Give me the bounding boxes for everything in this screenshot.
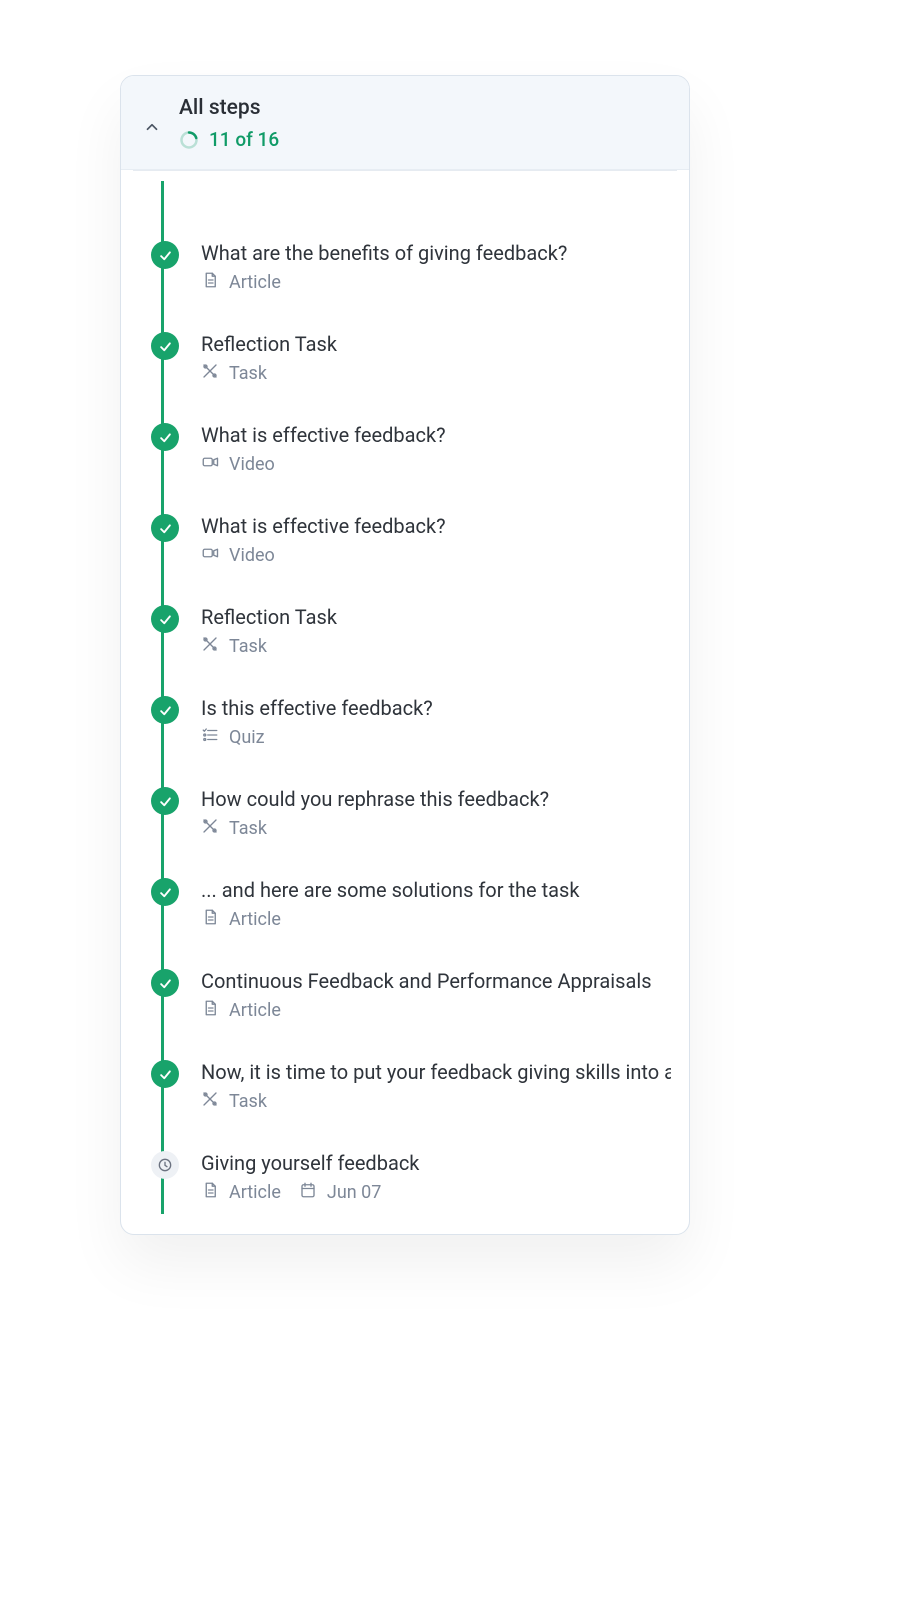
article-icon [201, 908, 219, 931]
step-type-label: Article [229, 272, 281, 293]
step-item[interactable]: Reflection Task Task [139, 332, 671, 385]
header-texts: All steps 11 of 16 [179, 96, 279, 151]
article-icon [201, 1181, 219, 1204]
step-title: Reflection Task [201, 332, 671, 356]
video-icon [201, 544, 219, 567]
step-content: Giving yourself feedback Article Jun 07 [201, 1151, 671, 1204]
step-content: What are the benefits of giving feedback… [201, 241, 671, 294]
task-icon [201, 1090, 219, 1113]
step-content: ... and here are some solutions for the … [201, 878, 671, 931]
step-title: Giving yourself feedback [201, 1151, 671, 1175]
step-done-icon [151, 1060, 179, 1088]
step-title: Reflection Task [201, 605, 671, 629]
step-item[interactable]: What is effective feedback? Video [139, 514, 671, 567]
steps-panel: All steps 11 of 16 What are the benefits… [120, 75, 690, 1235]
step-content: What is effective feedback? Video [201, 423, 671, 476]
step-content: Is this effective feedback? Quiz [201, 696, 671, 749]
step-done-icon [151, 332, 179, 360]
step-done-icon [151, 696, 179, 724]
step-type-label: Task [229, 363, 267, 384]
step-meta: Task [201, 1090, 671, 1113]
step-type-label: Task [229, 636, 267, 657]
step-content: Now, it is time to put your feedback giv… [201, 1060, 671, 1113]
article-icon [201, 271, 219, 294]
step-meta: Video [201, 544, 671, 567]
step-content: Continuous Feedback and Performance Appr… [201, 969, 671, 1022]
step-title: Now, it is time to put your feedback giv… [201, 1060, 671, 1084]
step-meta: Quiz [201, 726, 671, 749]
step-type-label: Task [229, 1091, 267, 1112]
task-icon [201, 635, 219, 658]
step-title: ... and here are some solutions for the … [201, 878, 671, 902]
step-done-icon [151, 423, 179, 451]
step-done-icon [151, 241, 179, 269]
step-meta: Task [201, 817, 671, 840]
step-meta: Article [201, 999, 671, 1022]
step-meta: Article Jun 07 [201, 1181, 671, 1204]
step-item[interactable]: Giving yourself feedback Article Jun 07 [139, 1151, 671, 1204]
chevron-up-icon [139, 114, 165, 140]
step-title: How could you rephrase this feedback? [201, 787, 671, 811]
quiz-icon [201, 726, 219, 749]
step-done-icon [151, 787, 179, 815]
step-done-icon [151, 878, 179, 906]
step-item[interactable]: How could you rephrase this feedback? Tas… [139, 787, 671, 840]
calendar-icon [299, 1181, 317, 1204]
step-type-label: Task [229, 818, 267, 839]
step-type-label: Video [229, 545, 275, 566]
step-meta: Article [201, 908, 671, 931]
step-content: Reflection Task Task [201, 332, 671, 385]
progress-row: 11 of 16 [179, 128, 279, 151]
article-icon [201, 999, 219, 1022]
step-done-icon [151, 605, 179, 633]
step-content: How could you rephrase this feedback? Tas… [201, 787, 671, 840]
step-title: What are the benefits of giving feedback… [201, 241, 671, 265]
step-item[interactable]: Continuous Feedback and Performance Appr… [139, 969, 671, 1022]
step-title: Is this effective feedback? [201, 696, 671, 720]
task-icon [201, 817, 219, 840]
step-meta: Article [201, 271, 671, 294]
step-done-icon [151, 969, 179, 997]
step-meta: Task [201, 362, 671, 385]
progress-text: 11 of 16 [209, 128, 279, 151]
step-type-label: Article [229, 909, 281, 930]
panel-header[interactable]: All steps 11 of 16 [121, 76, 689, 170]
step-title: What is effective feedback? [201, 514, 671, 538]
step-item[interactable]: What is effective feedback? Video [139, 423, 671, 476]
step-type-label: Article [229, 1182, 281, 1203]
step-meta: Task [201, 635, 671, 658]
step-item[interactable]: Is this effective feedback? Quiz [139, 696, 671, 749]
step-meta: Video [201, 453, 671, 476]
step-type-label: Video [229, 454, 275, 475]
step-due: Jun 07 [327, 1182, 382, 1203]
step-title: What is effective feedback? [201, 423, 671, 447]
step-item[interactable]: Reflection Task Task [139, 605, 671, 658]
step-item[interactable]: What are the benefits of giving feedback… [139, 241, 671, 294]
step-content: What is effective feedback? Video [201, 514, 671, 567]
step-item[interactable]: ... and here are some solutions for the … [139, 878, 671, 931]
timeline: What are the benefits of giving feedback… [121, 171, 689, 1234]
step-title: Continuous Feedback and Performance Appr… [201, 969, 671, 993]
step-content: Reflection Task Task [201, 605, 671, 658]
step-type-label: Quiz [229, 727, 265, 748]
progress-ring-icon [179, 130, 199, 150]
panel-title: All steps [179, 96, 279, 120]
video-icon [201, 453, 219, 476]
step-pending-icon [151, 1151, 179, 1179]
step-done-icon [151, 514, 179, 542]
step-type-label: Article [229, 1000, 281, 1021]
task-icon [201, 362, 219, 385]
step-item[interactable]: Now, it is time to put your feedback giv… [139, 1060, 671, 1113]
